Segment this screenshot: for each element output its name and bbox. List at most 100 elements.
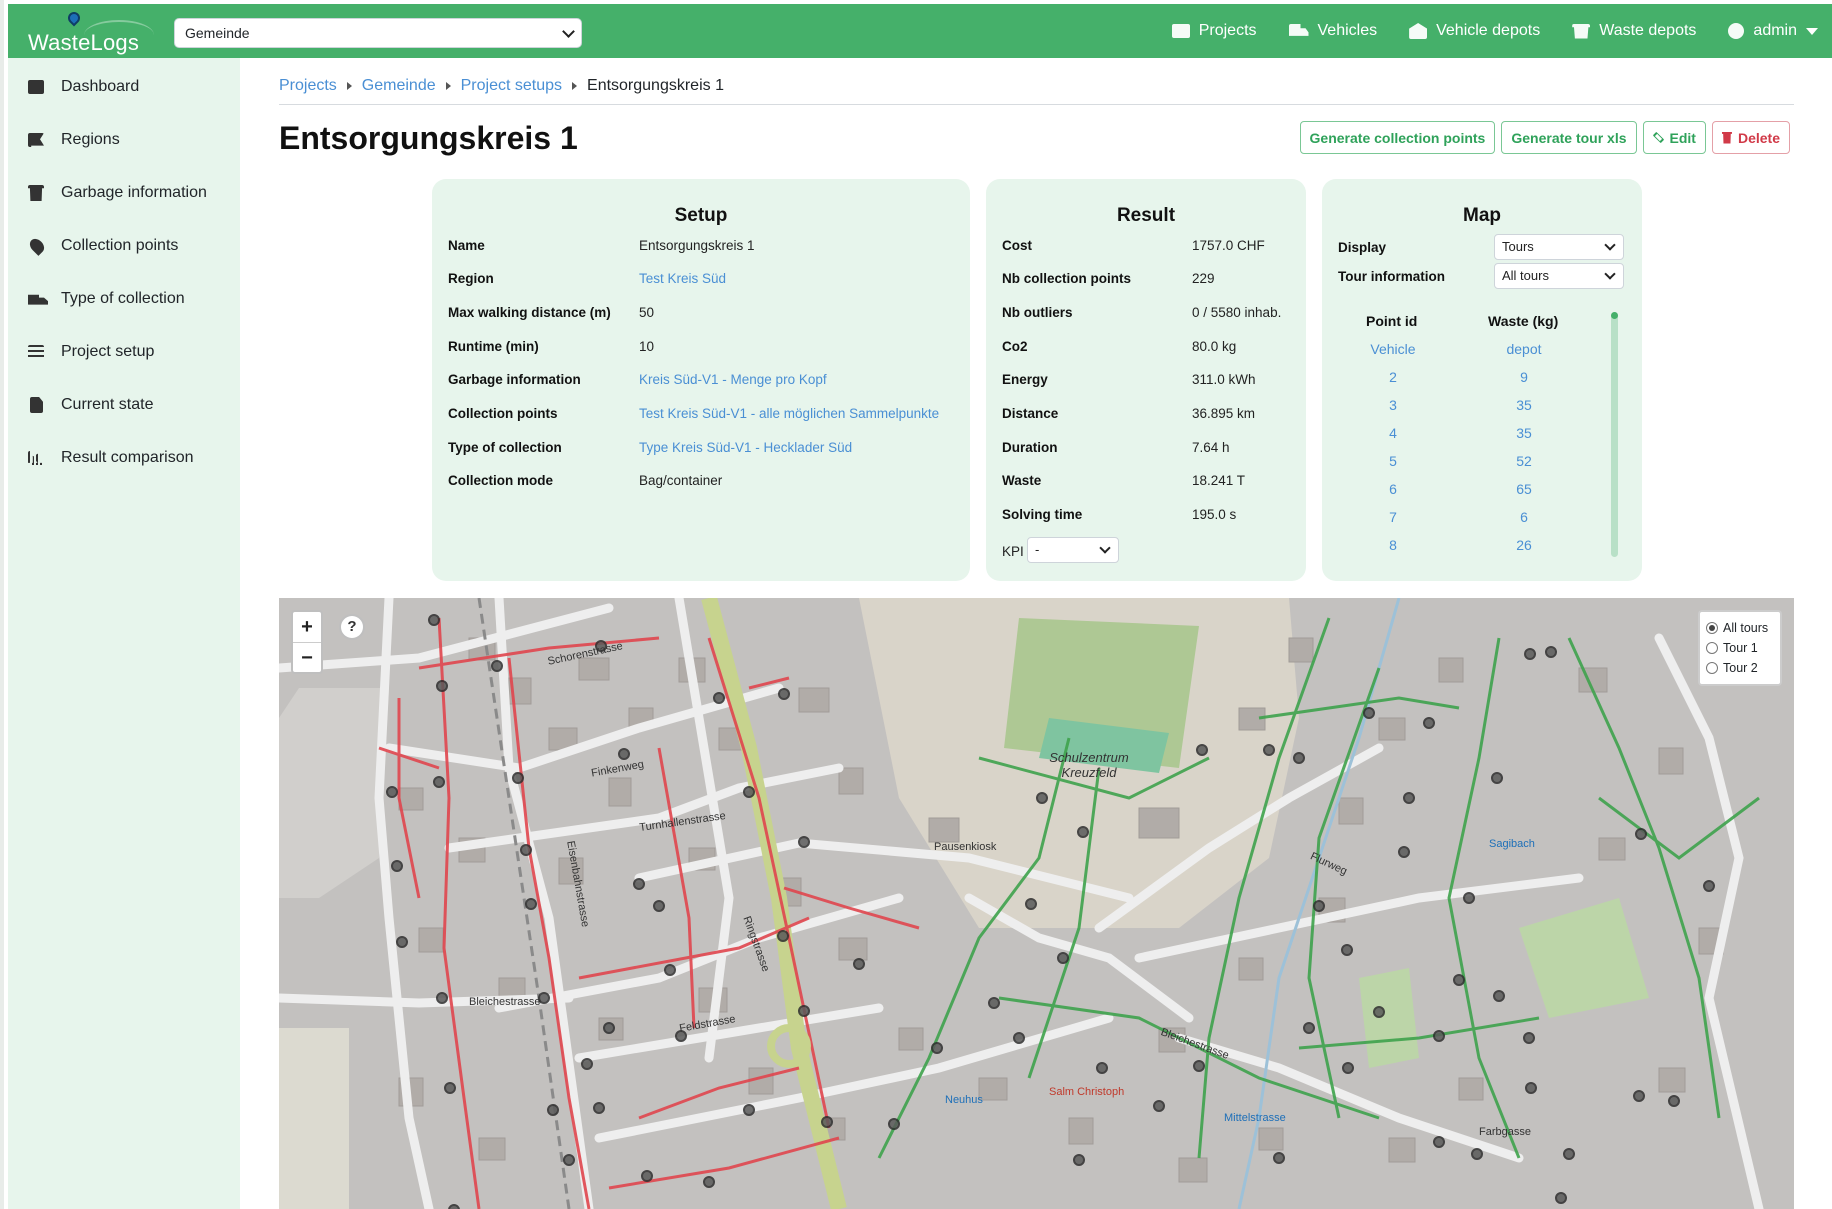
result-value-energy: 311.0 kWh	[1192, 372, 1256, 387]
kpi-select-value: -	[1035, 542, 1040, 557]
result-value-distance: 36.895 km	[1192, 406, 1256, 421]
sidebar-item-type-of-collection[interactable]: Type of collection	[8, 279, 240, 319]
kpi-select[interactable]: -	[1027, 537, 1119, 563]
waste-cell[interactable]: 35	[1484, 397, 1564, 413]
waste-cell[interactable]: 26	[1484, 537, 1564, 553]
app-frame: WasteLogs Gemeinde Projects Vehicles Veh…	[0, 0, 1832, 1209]
display-select[interactable]: Tours	[1494, 234, 1624, 260]
result-value-duration: 7.64 h	[1192, 440, 1230, 455]
file-icon	[30, 397, 43, 413]
point-cell[interactable]: 7	[1353, 509, 1433, 525]
delete-label: Delete	[1737, 129, 1780, 146]
sidebar-item-label: Dashboard	[61, 78, 140, 95]
point-cell[interactable]: 5	[1353, 453, 1433, 469]
zoom-in-button[interactable]: +	[293, 612, 321, 642]
result-value-co2: 80.0 kg	[1192, 339, 1237, 354]
setup-link-type-of-collection[interactable]: Type Kreis Süd-V1 - Hecklader Süd	[639, 440, 852, 455]
tour-option-1[interactable]: Tour 1	[1706, 638, 1774, 658]
sidebar-item-result-comparison[interactable]: Result comparison	[8, 438, 240, 478]
map-label: Bleichestrasse	[469, 996, 541, 1008]
breadcrumb-projects[interactable]: Projects	[279, 77, 337, 95]
sidebar-item-dashboard[interactable]: Dashboard	[8, 67, 240, 107]
breadcrumb: Projects Gemeinde Project setups Entsorg…	[279, 76, 724, 96]
nav-vehicles[interactable]: Vehicles	[1288, 22, 1378, 40]
nav-projects[interactable]: Projects	[1171, 22, 1257, 40]
point-cell[interactable]: Vehicle	[1353, 341, 1433, 357]
tour-option-all[interactable]: All tours	[1706, 618, 1774, 638]
radio-tour-2[interactable]	[1706, 662, 1718, 674]
generate-tour-xls-button[interactable]: Generate tour xls	[1501, 121, 1637, 154]
setup-value-collection-mode: Bag/container	[639, 473, 723, 488]
radio-tour-1[interactable]	[1706, 642, 1718, 654]
point-cell[interactable]: 2	[1353, 369, 1433, 385]
brand-logo[interactable]: WasteLogs	[24, 8, 154, 56]
setup-value-runtime: 10	[639, 339, 655, 354]
waste-cell[interactable]: 35	[1484, 425, 1564, 441]
edit-label: Edit	[1669, 129, 1696, 146]
edit-button[interactable]: Edit	[1642, 121, 1706, 154]
chevron-down-icon	[1604, 239, 1616, 251]
result-value-outliers: 0 / 5580 inhab.	[1192, 305, 1282, 320]
setup-key-region: Region	[448, 271, 494, 286]
sidebar-item-collection-points[interactable]: Collection points	[8, 226, 240, 266]
chevron-down-icon	[1604, 268, 1616, 280]
result-key-distance: Distance	[1002, 406, 1059, 421]
point-cell[interactable]: 6	[1353, 481, 1433, 497]
warehouse-icon	[1409, 23, 1428, 39]
point-cell[interactable]: 8	[1353, 537, 1433, 553]
result-card: Result Cost 1757.0 CHF Nb collection poi…	[986, 179, 1306, 581]
zoom-control: + −	[291, 610, 323, 674]
municipality-select[interactable]: Gemeinde	[174, 18, 582, 48]
table-icon	[28, 80, 44, 94]
tour-option-2[interactable]: Tour 2	[1706, 658, 1774, 678]
setup-link-region[interactable]: Test Kreis Süd	[639, 271, 726, 286]
waste-cell[interactable]: 65	[1484, 481, 1564, 497]
nav-vehicles-label: Vehicles	[1317, 22, 1378, 39]
result-value-waste: 18.241 T	[1192, 473, 1246, 488]
sidebar-item-regions[interactable]: Regions	[8, 120, 240, 160]
kpi-label: KPI	[1002, 544, 1024, 559]
result-key-duration: Duration	[1002, 440, 1058, 455]
scrollbar-thumb[interactable]	[1611, 312, 1618, 319]
waste-cell[interactable]: depot	[1484, 341, 1564, 357]
setup-link-collection-points[interactable]: Test Kreis Süd-V1 - alle möglichen Samme…	[639, 406, 939, 421]
generate-collection-points-button[interactable]: Generate collection points	[1299, 121, 1496, 154]
nav-user-menu[interactable]: admin	[1728, 22, 1818, 40]
tour-map[interactable]: Schorenstrasse Finkenweg Turnhallenstras…	[279, 598, 1794, 1209]
sidebar-item-garbage-information[interactable]: Garbage information	[8, 173, 240, 213]
setup-key-garbage: Garbage information	[448, 372, 581, 387]
sidebar-item-label: Garbage information	[61, 184, 207, 201]
delete-button[interactable]: Delete	[1711, 121, 1790, 154]
radio-all-tours[interactable]	[1706, 622, 1718, 634]
point-cell[interactable]: 3	[1353, 397, 1433, 413]
map-help-button[interactable]: ?	[339, 614, 365, 640]
sidebar-item-label: Type of collection	[61, 290, 185, 307]
setup-link-garbage[interactable]: Kreis Süd-V1 - Menge pro Kopf	[639, 372, 827, 387]
dumpster-icon	[1572, 23, 1591, 39]
setup-key-name: Name	[448, 238, 485, 253]
sidebar-item-project-setup[interactable]: Project setup	[8, 332, 240, 372]
map-label: Pausenkiosk	[934, 841, 997, 853]
result-key-nb-points: Nb collection points	[1002, 271, 1132, 286]
truck-icon	[1288, 24, 1309, 36]
breadcrumb-gemeinde[interactable]: Gemeinde	[362, 77, 436, 95]
map-label: Salm Christoph	[1049, 1086, 1125, 1098]
waste-cell[interactable]: 9	[1484, 369, 1564, 385]
sidebar-item-current-state[interactable]: Current state	[8, 385, 240, 425]
result-card-title: Result	[1116, 205, 1176, 226]
map-pin-icon	[27, 236, 47, 256]
generate-collection-points-label: Generate collection points	[1309, 129, 1486, 146]
waste-cell[interactable]: 52	[1484, 453, 1564, 469]
map-label: Neuhus	[945, 1094, 983, 1106]
page-title: Entsorgungskreis 1	[279, 120, 578, 156]
waste-cell[interactable]: 6	[1484, 509, 1564, 525]
point-table-scrollbar[interactable]	[1611, 312, 1618, 557]
nav-waste-depots[interactable]: Waste depots	[1572, 22, 1696, 40]
point-cell[interactable]: 4	[1353, 425, 1433, 441]
breadcrumb-project-setups[interactable]: Project setups	[461, 77, 562, 95]
nav-vehicle-depots[interactable]: Vehicle depots	[1409, 22, 1540, 40]
tour-info-select[interactable]: All tours	[1494, 263, 1624, 289]
zoom-out-button[interactable]: −	[293, 642, 321, 672]
generate-tour-xls-label: Generate tour xls	[1511, 129, 1627, 146]
result-key-cost: Cost	[1002, 238, 1032, 253]
